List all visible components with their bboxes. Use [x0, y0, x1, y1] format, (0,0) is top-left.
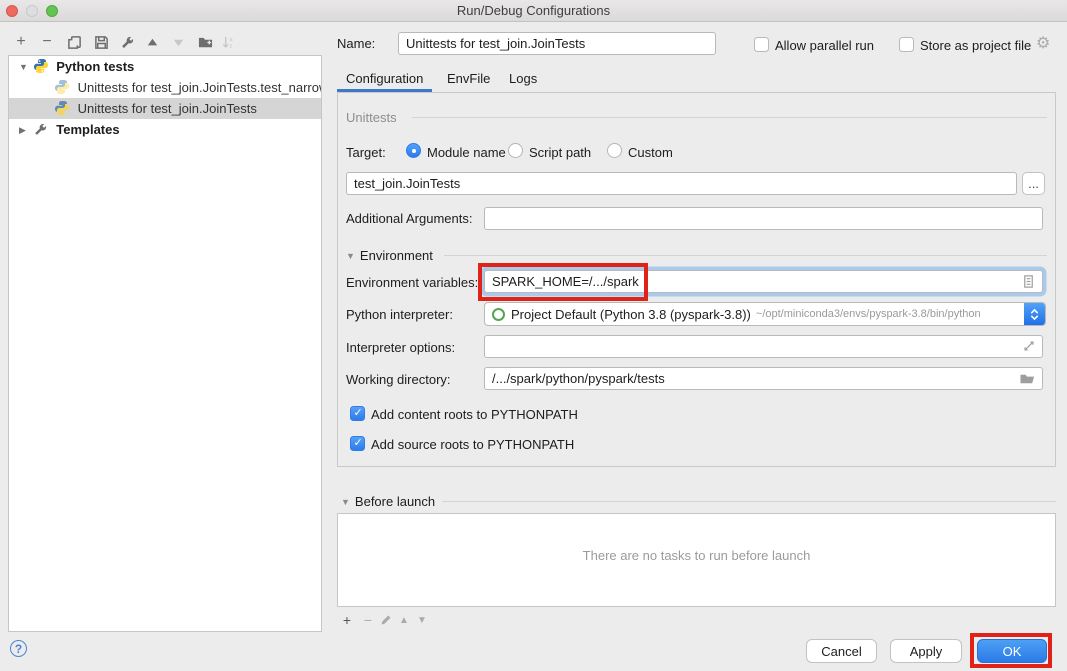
- sort-alphabetically-icon: a z: [219, 33, 237, 51]
- add-content-roots-checkbox[interactable]: [350, 406, 365, 421]
- name-label: Name:: [337, 36, 375, 51]
- tree-item-label: Unittests for test_join.JoinTests: [78, 101, 257, 116]
- task-move-down-icon: ▼: [414, 612, 430, 628]
- allow-parallel-run-label[interactable]: Allow parallel run: [775, 38, 874, 53]
- add-content-roots-label[interactable]: Add content roots to PYTHONPATH: [371, 407, 578, 422]
- move-up-icon[interactable]: [143, 33, 161, 51]
- window-title: Run/Debug Configurations: [0, 3, 1067, 18]
- python-test-icon: [54, 79, 70, 95]
- target-module-name-label[interactable]: Module name: [427, 145, 506, 160]
- working-directory-input[interactable]: [484, 367, 1043, 390]
- python-icon: [33, 58, 49, 74]
- browse-ellipsis-button[interactable]: ...: [1022, 172, 1045, 195]
- unittests-section-title: Unittests: [346, 110, 397, 125]
- configurations-tree: ▼ Python tests Unittests for test_join.J…: [8, 55, 322, 632]
- edit-defaults-wrench-icon[interactable]: [118, 33, 136, 51]
- chevron-right-icon[interactable]: ▶: [19, 120, 29, 140]
- dropdown-stepper-icon[interactable]: [1024, 302, 1045, 326]
- tree-item-unittests-narrow[interactable]: Unittests for test_join.JoinTests.test_n…: [9, 77, 321, 98]
- name-input[interactable]: [398, 32, 716, 55]
- python-interpreter-label: Python interpreter:: [346, 307, 453, 322]
- remove-task-icon: −: [360, 612, 376, 628]
- conda-environment-icon: [492, 308, 505, 321]
- copy-icon[interactable]: [65, 33, 83, 51]
- environment-section-header[interactable]: ▼ Environment: [346, 248, 433, 263]
- section-divider: [442, 501, 1056, 502]
- task-move-up-icon: ▲: [396, 612, 412, 628]
- apply-button[interactable]: Apply: [890, 639, 962, 663]
- tree-item-label: Python tests: [56, 59, 134, 74]
- gear-icon[interactable]: ⚙: [1036, 36, 1050, 52]
- allow-parallel-run-checkbox[interactable]: [754, 37, 769, 52]
- python-interpreter-path: ~/opt/miniconda3/envs/pyspark-3.8/bin/py…: [756, 308, 1024, 320]
- folder-icon[interactable]: [1020, 371, 1035, 386]
- before-launch-section-header[interactable]: ▼ Before launch: [341, 494, 435, 509]
- target-label: Target:: [346, 145, 386, 160]
- chevron-down-icon[interactable]: ▼: [346, 251, 355, 261]
- chevron-down-icon[interactable]: ▼: [19, 57, 29, 77]
- environment-section-title: Environment: [360, 248, 433, 263]
- annotation-box-ok-button: [970, 633, 1052, 668]
- chevron-down-icon[interactable]: ▼: [341, 497, 350, 507]
- add-source-roots-checkbox[interactable]: [350, 436, 365, 451]
- svg-text:z: z: [229, 43, 232, 49]
- additional-arguments-label: Additional Arguments:: [346, 211, 472, 226]
- tree-item-unittests-selected[interactable]: Unittests for test_join.JoinTests: [9, 98, 321, 119]
- tree-item-python-tests[interactable]: ▼ Python tests: [9, 56, 321, 77]
- interpreter-options-label: Interpreter options:: [346, 340, 455, 355]
- add-source-roots-label[interactable]: Add source roots to PYTHONPATH: [371, 437, 574, 452]
- run-debug-configurations-dialog: Run/Debug Configurations + − a z: [0, 0, 1067, 671]
- target-custom-label[interactable]: Custom: [628, 145, 673, 160]
- move-down-icon: [169, 33, 187, 51]
- tab-envfile[interactable]: EnvFile: [447, 71, 490, 92]
- additional-arguments-input[interactable]: [484, 207, 1043, 230]
- target-module-input[interactable]: [346, 172, 1017, 195]
- annotation-box-environment-variables: [478, 263, 648, 301]
- remove-icon[interactable]: −: [38, 33, 56, 51]
- interpreter-options-input[interactable]: [484, 335, 1043, 358]
- python-interpreter-value: Project Default (Python 3.8 (pyspark-3.8…: [511, 307, 751, 322]
- working-directory-label: Working directory:: [346, 372, 451, 387]
- tree-item-label: Templates: [56, 122, 119, 137]
- store-as-project-file-label[interactable]: Store as project file: [920, 38, 1031, 53]
- browse-variables-icon[interactable]: [1021, 274, 1036, 289]
- add-icon[interactable]: +: [12, 33, 30, 51]
- environment-variables-label: Environment variables:: [346, 275, 478, 290]
- tree-item-label: Unittests for test_join.JoinTests.test_n…: [78, 80, 321, 95]
- before-launch-empty-message: There are no tasks to run before launch: [338, 548, 1055, 563]
- tab-logs[interactable]: Logs: [509, 71, 537, 92]
- new-folder-icon[interactable]: [196, 33, 214, 51]
- templates-wrench-icon: [33, 122, 49, 138]
- target-custom-radio[interactable]: [607, 143, 622, 158]
- edit-task-pencil-icon: [378, 612, 394, 628]
- target-script-path-label[interactable]: Script path: [529, 145, 591, 160]
- section-divider: [444, 255, 1047, 256]
- python-test-icon: [54, 100, 70, 116]
- before-launch-title: Before launch: [355, 494, 435, 509]
- store-as-project-file-checkbox[interactable]: [899, 37, 914, 52]
- add-task-icon[interactable]: +: [339, 612, 355, 628]
- cancel-button[interactable]: Cancel: [806, 639, 877, 663]
- save-icon[interactable]: [92, 33, 110, 51]
- title-bar: Run/Debug Configurations: [0, 0, 1067, 22]
- tree-item-templates[interactable]: ▶ Templates: [9, 119, 321, 140]
- target-script-path-radio[interactable]: [508, 143, 523, 158]
- target-module-name-radio[interactable]: [406, 143, 421, 158]
- section-divider: [412, 117, 1047, 118]
- python-interpreter-select[interactable]: Project Default (Python 3.8 (pyspark-3.8…: [484, 302, 1046, 326]
- svg-text:a: a: [229, 37, 233, 43]
- before-launch-task-list: There are no tasks to run before launch: [337, 513, 1056, 607]
- expand-field-icon[interactable]: [1022, 339, 1036, 353]
- help-button[interactable]: ?: [10, 640, 27, 657]
